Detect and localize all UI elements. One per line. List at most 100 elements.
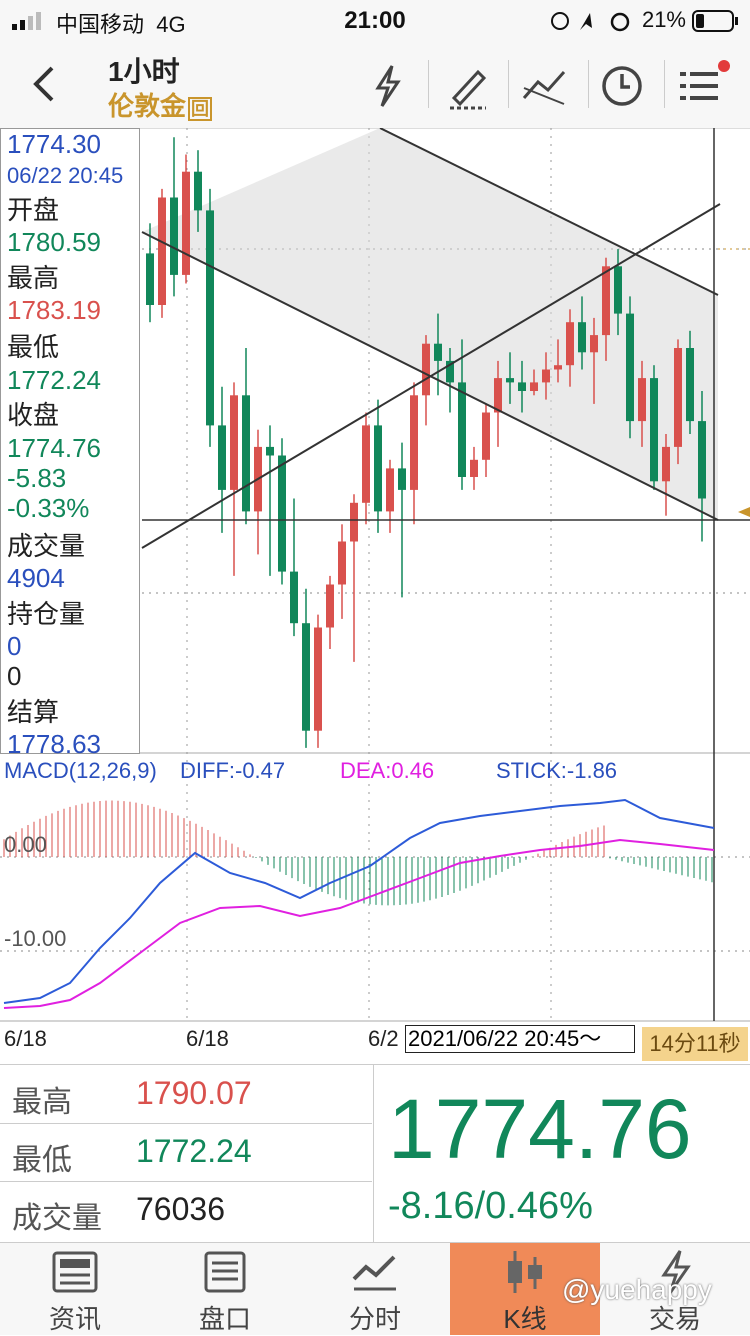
clock-icon[interactable] [594,58,650,114]
settle-value: 1778.63 [7,729,101,759]
bar-countdown: 14分11秒 [642,1027,748,1061]
tab-timeshare[interactable]: 分时 [300,1243,450,1335]
candle-body [302,623,310,731]
page-title: 1小时 [108,56,180,87]
low-label: 最低 [7,332,60,362]
open-interest-label: 持仓量 [7,599,86,629]
stat-low-value: 1772.24 [136,1133,252,1169]
status-icons [551,12,630,32]
candle-body [662,446,670,482]
candle-body [434,343,442,361]
candle-body [530,382,538,391]
date-label: 6/2 [368,1026,399,1051]
timeshare-icon [352,1255,396,1291]
candle-body [206,210,214,426]
candle-body [554,365,562,370]
cursor-datetime: 06/22 20:45 [7,163,124,188]
macd-lines [3,798,715,1009]
draw-pen-icon[interactable] [440,58,496,114]
tab-news[interactable]: 资讯 [0,1243,150,1335]
date-label: 6/18 [186,1026,229,1051]
stat-low-label: 最低 [12,1144,72,1177]
macd-level-zero: 0.00 [4,832,47,857]
candle-body [638,378,646,422]
date-label: 6/18 [4,1026,47,1051]
candle-body [422,343,430,396]
menu-icon[interactable] [674,58,730,114]
stat-high-row: 最高 1790.07 [0,1065,372,1124]
back-icon[interactable] [28,64,58,104]
volume-value: 4904 [7,563,65,593]
close-value: 1774.76 [7,433,101,463]
volume-label: 成交量 [7,531,86,561]
candle-body [482,412,490,460]
macd-level-minus10: -10.00 [4,926,67,951]
candle-body [386,468,394,512]
macd-diff: DIFF:-0.47 [180,758,286,783]
candle-body [314,627,322,731]
candle-body [578,322,586,353]
stat-volume-row: 成交量 76036 [0,1181,372,1239]
high-value: 1783.19 [7,295,101,325]
price-change: -8.16/0.46% [388,1185,593,1227]
battery-icon [692,10,738,32]
candle-body [350,502,358,542]
candle-body [626,313,634,422]
watermark: @yuehappy [562,1274,712,1305]
candle-body [398,468,406,490]
change-value: -5.83 [7,463,67,493]
candle-body [194,171,202,211]
candle-body [158,197,166,305]
cursor-time-label: 2021/06/22 20:45～ [405,1025,635,1053]
candle-body [698,421,706,499]
candle-body [146,253,154,305]
open-interest-value: 0 [7,631,22,661]
price-marker [738,507,750,517]
close-label: 收盘 [7,400,60,430]
instrument-name: 伦敦金回 [108,86,213,123]
candle-body [470,459,478,477]
candle-body [338,541,346,585]
flash-icon[interactable] [360,58,416,114]
candle-body [326,584,334,628]
candle-body [506,378,514,383]
candle-body [266,446,274,456]
candle-body [518,382,526,391]
open-label: 开盘 [7,195,60,225]
candle-body [374,425,382,512]
candle-body [494,378,502,413]
tab-timeshare-label: 分时 [348,1304,401,1334]
divider [373,1065,374,1243]
candle-body [230,395,238,490]
candle-body [566,322,574,366]
stat-high-value: 1790.07 [136,1075,252,1111]
low-value: 1772.24 [7,365,101,395]
candle-body [590,335,598,353]
candle-body [362,425,370,503]
tab-orderbook[interactable]: 盘口 [150,1243,300,1335]
divider [428,60,429,108]
stat-volume-value: 76036 [136,1191,225,1227]
macd-title: MACD(12,26,9) [4,758,157,783]
candle-body [614,266,622,314]
quote-summary: 最高 1790.07 最低 1772.24 成交量 76036 1774.76 … [0,1064,750,1243]
candle-body [182,171,190,275]
macd-dea: DEA:0.46 [340,758,435,783]
candle-body [674,348,682,447]
orderbook-icon [204,1251,246,1293]
stat-low-row: 最低 1772.24 [0,1123,372,1182]
status-bar: 中国移动 4G 21:00 21% [0,0,750,40]
candle-body [410,395,418,490]
candle-body [218,425,226,490]
stat-high-label: 最高 [12,1086,72,1119]
trendline-icon[interactable] [516,58,572,114]
candle-body [290,571,298,624]
candle-body [242,395,250,512]
macd-stick: STICK:-1.86 [496,758,618,783]
open-interest-extra: 0 [7,661,22,691]
ohlc-info-panel: 1774.30 06/22 20:45 开盘 1780.59 最高 1783.1… [0,128,140,759]
tab-news-label: 资讯 [48,1304,101,1334]
candle-body [686,348,694,422]
candle-body [458,382,466,477]
settle-label: 结算 [7,697,60,727]
